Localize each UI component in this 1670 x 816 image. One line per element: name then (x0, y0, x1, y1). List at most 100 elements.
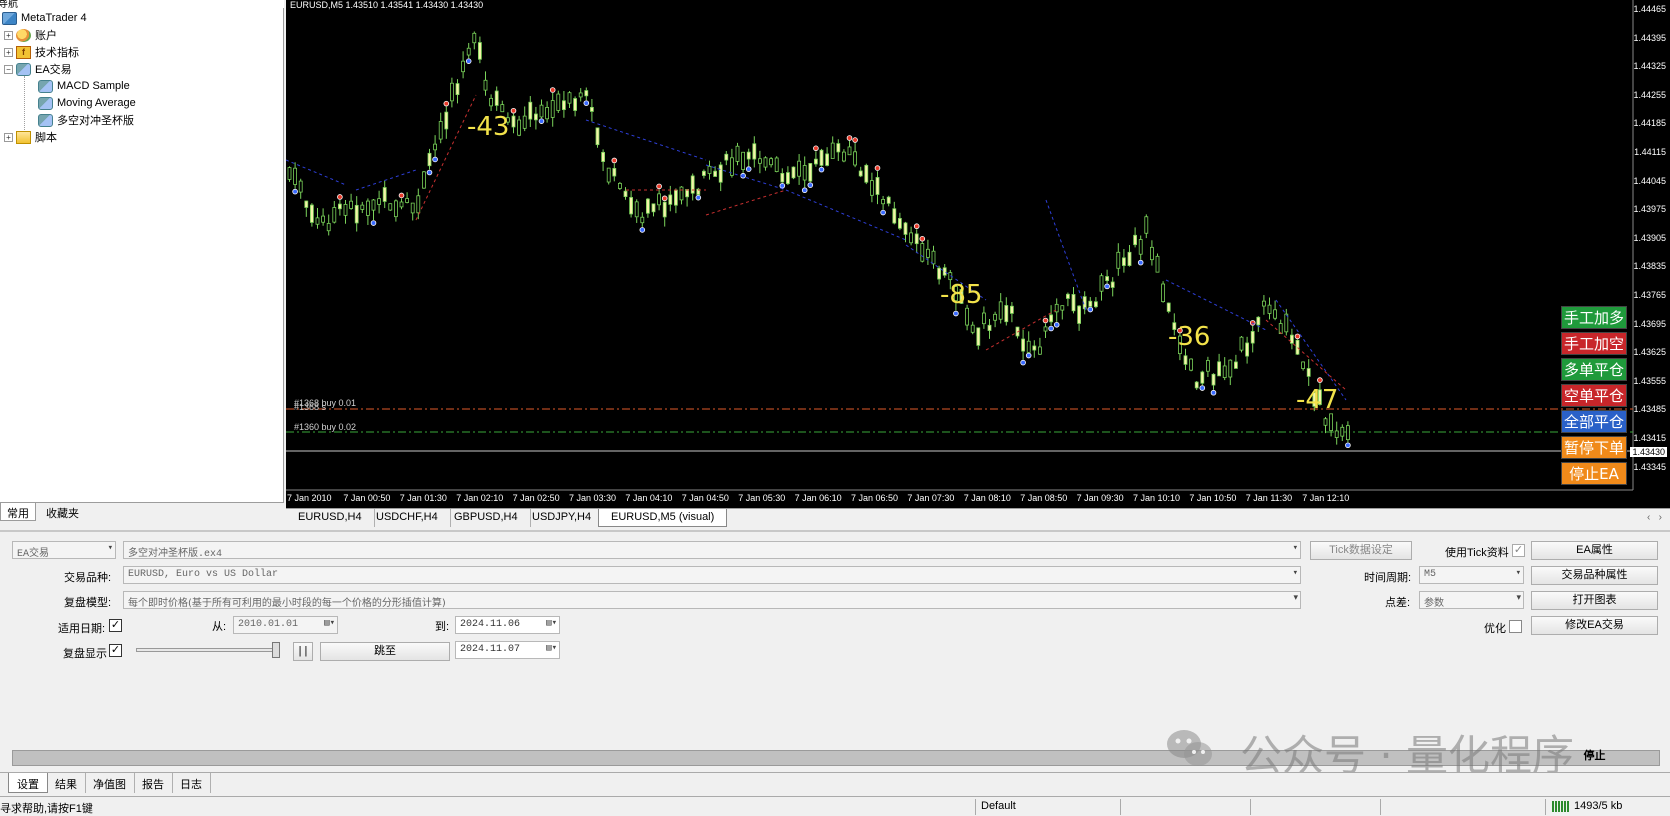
ea-file-select[interactable]: 多空对冲圣杯版.ex4 ▾ (123, 541, 1301, 559)
candle-body (298, 180, 303, 193)
close-long-button[interactable]: 多单平仓 (1561, 358, 1627, 381)
tree-item-root[interactable]: MetaTrader 4 (2, 10, 87, 26)
tab-results[interactable]: 结果 (47, 773, 86, 793)
candle-body (394, 200, 398, 218)
candle-body (1094, 301, 1098, 308)
buy-arrow-marker (807, 182, 814, 188)
candle-body (1234, 361, 1238, 369)
chart-tab-active[interactable]: EURUSD,M5 (visual) (598, 509, 728, 527)
expert-icon (38, 113, 53, 127)
use-date-checkbox[interactable]: ✓ (109, 619, 122, 632)
tree-item-indicators[interactable]: + f 技术指标 (4, 44, 79, 60)
tree-item-scripts[interactable]: + 脚本 (4, 129, 57, 145)
indicators-icon: f (16, 45, 31, 59)
candle-body (752, 143, 757, 160)
close-short-button[interactable]: 空单平仓 (1561, 384, 1627, 407)
accounts-icon (16, 28, 31, 42)
skip-to-button[interactable]: 跳至 (320, 642, 450, 661)
time-tick-label: 7 Jan 09:30 (1076, 493, 1124, 503)
speed-slider-track[interactable] (136, 648, 278, 652)
symbol-properties-button[interactable]: 交易品种属性 (1531, 566, 1658, 585)
candle-body (875, 177, 880, 195)
chart-tab[interactable]: GBPUSD,H4 (442, 509, 531, 527)
chart-tab[interactable]: USDJPY,H4 (520, 509, 605, 527)
expand-icon[interactable]: + (4, 132, 13, 142)
candle-body (634, 201, 639, 218)
ea-properties-button[interactable]: EA属性 (1531, 541, 1658, 560)
tab-journal[interactable]: 日志 (172, 773, 211, 793)
tree-item-expert-hedge[interactable]: 多空对冲圣杯版 (38, 112, 134, 128)
price-tick-label: 1.44255 (1633, 89, 1666, 100)
candle-body (707, 165, 712, 174)
pause-button[interactable]: | | (293, 642, 313, 661)
chart-tab[interactable]: USDCHF,H4 (364, 509, 451, 527)
price-tick-label: 1.44045 (1633, 175, 1666, 186)
chart-tab[interactable]: EURUSD,H4 (286, 509, 375, 527)
tab-common[interactable]: 常用 (0, 503, 36, 521)
candle-body (410, 202, 415, 214)
tab-scroll-arrows[interactable]: ‹ › (1647, 512, 1662, 523)
speed-slider-handle[interactable] (272, 642, 280, 658)
manual-add-short-button[interactable]: 手工加空 (1561, 332, 1627, 355)
close-icon[interactable]: ✕ (0, 0, 280, 6)
optimize-checkbox[interactable] (1509, 620, 1522, 633)
tree-item-accounts[interactable]: + 账户 (4, 27, 57, 43)
expand-icon[interactable]: + (4, 47, 13, 57)
candle-body (595, 127, 600, 146)
candle-body (724, 153, 729, 161)
tab-equity-graph[interactable]: 净值图 (85, 773, 135, 793)
price-tick-label: 1.43975 (1633, 204, 1666, 215)
candle-body (1038, 346, 1042, 355)
tab-favorites[interactable]: 收藏夹 (40, 503, 85, 521)
candle-body (1256, 316, 1261, 326)
tester-type-select[interactable]: EA交易 ▾ (12, 541, 116, 559)
tree-item-experts[interactable]: − EA交易 (4, 61, 72, 77)
symbol-select[interactable]: EURUSD, Euro vs US Dollar ▾ (123, 566, 1301, 584)
candle-body (903, 222, 908, 235)
time-tick-label: 7 Jan 2010 (287, 493, 332, 503)
model-select[interactable]: 每个即时价格(基于所有可利用的最小时段的每一个价格的分形插值计算) ▾ (123, 591, 1301, 609)
calendar-icon[interactable]: ▤▾ (546, 643, 557, 653)
tick-settings-button[interactable]: Tick数据设定 (1310, 541, 1412, 560)
close-all-button[interactable]: 全部平仓 (1561, 410, 1627, 433)
time-tick-label: 7 Jan 05:30 (738, 493, 786, 503)
pause-orders-button[interactable]: 暂停下单 (1561, 436, 1627, 459)
tester-type-value: EA交易 (17, 549, 50, 559)
spread-label: 点差: (1385, 597, 1411, 609)
sell-arrow-marker (398, 192, 405, 199)
tab-settings[interactable]: 设置 (8, 773, 48, 793)
candle-body (1088, 300, 1093, 307)
price-chart[interactable]: EURUSD,M5 1.43510 1.43541 1.43430 1.4343… (286, 0, 1670, 508)
tree-item-expert-macd[interactable]: MACD Sample (38, 78, 130, 94)
visual-mode-checkbox[interactable]: ✓ (109, 644, 122, 657)
collapse-icon[interactable]: − (4, 64, 13, 74)
stop-ea-button[interactable]: 停止EA (1561, 462, 1627, 485)
skip-date-input[interactable]: 2024.11.07 ▤▾ (455, 641, 560, 659)
open-chart-button[interactable]: 打开图表 (1531, 591, 1658, 610)
tab-report[interactable]: 报告 (134, 773, 173, 793)
modify-ea-button[interactable]: 修改EA交易 (1531, 616, 1658, 635)
calendar-icon[interactable]: ▤▾ (324, 618, 335, 628)
from-date-input[interactable]: 2010.01.01 ▤▾ (233, 616, 338, 634)
candle-body (1032, 345, 1037, 351)
trade-link-line (1265, 319, 1347, 391)
candle-body (405, 198, 409, 203)
candle-body (881, 199, 885, 205)
to-date-input[interactable]: 2024.11.06 ▤▾ (455, 616, 560, 634)
calendar-icon[interactable]: ▤▾ (546, 618, 557, 628)
manual-add-long-button[interactable]: 手工加多 (1561, 306, 1627, 329)
tree-item-expert-ma[interactable]: Moving Average (38, 95, 136, 111)
time-tick-label: 7 Jan 12:10 (1302, 493, 1350, 503)
candle-body (757, 158, 762, 164)
period-select[interactable]: M5 ▾ (1419, 566, 1524, 584)
use-tick-checkbox[interactable]: ✓ (1512, 544, 1525, 557)
experts-folder-icon (16, 62, 31, 76)
time-tick-label: 7 Jan 01:30 (399, 493, 447, 503)
expand-icon[interactable]: + (4, 30, 13, 40)
chevron-down-icon: ▾ (1293, 593, 1298, 603)
candle-body (858, 170, 863, 177)
buy-arrow-marker (953, 310, 959, 317)
candle-body (769, 158, 774, 166)
tree-label: 账户 (35, 30, 57, 42)
spread-select[interactable]: 参数 ▾ (1419, 591, 1524, 609)
